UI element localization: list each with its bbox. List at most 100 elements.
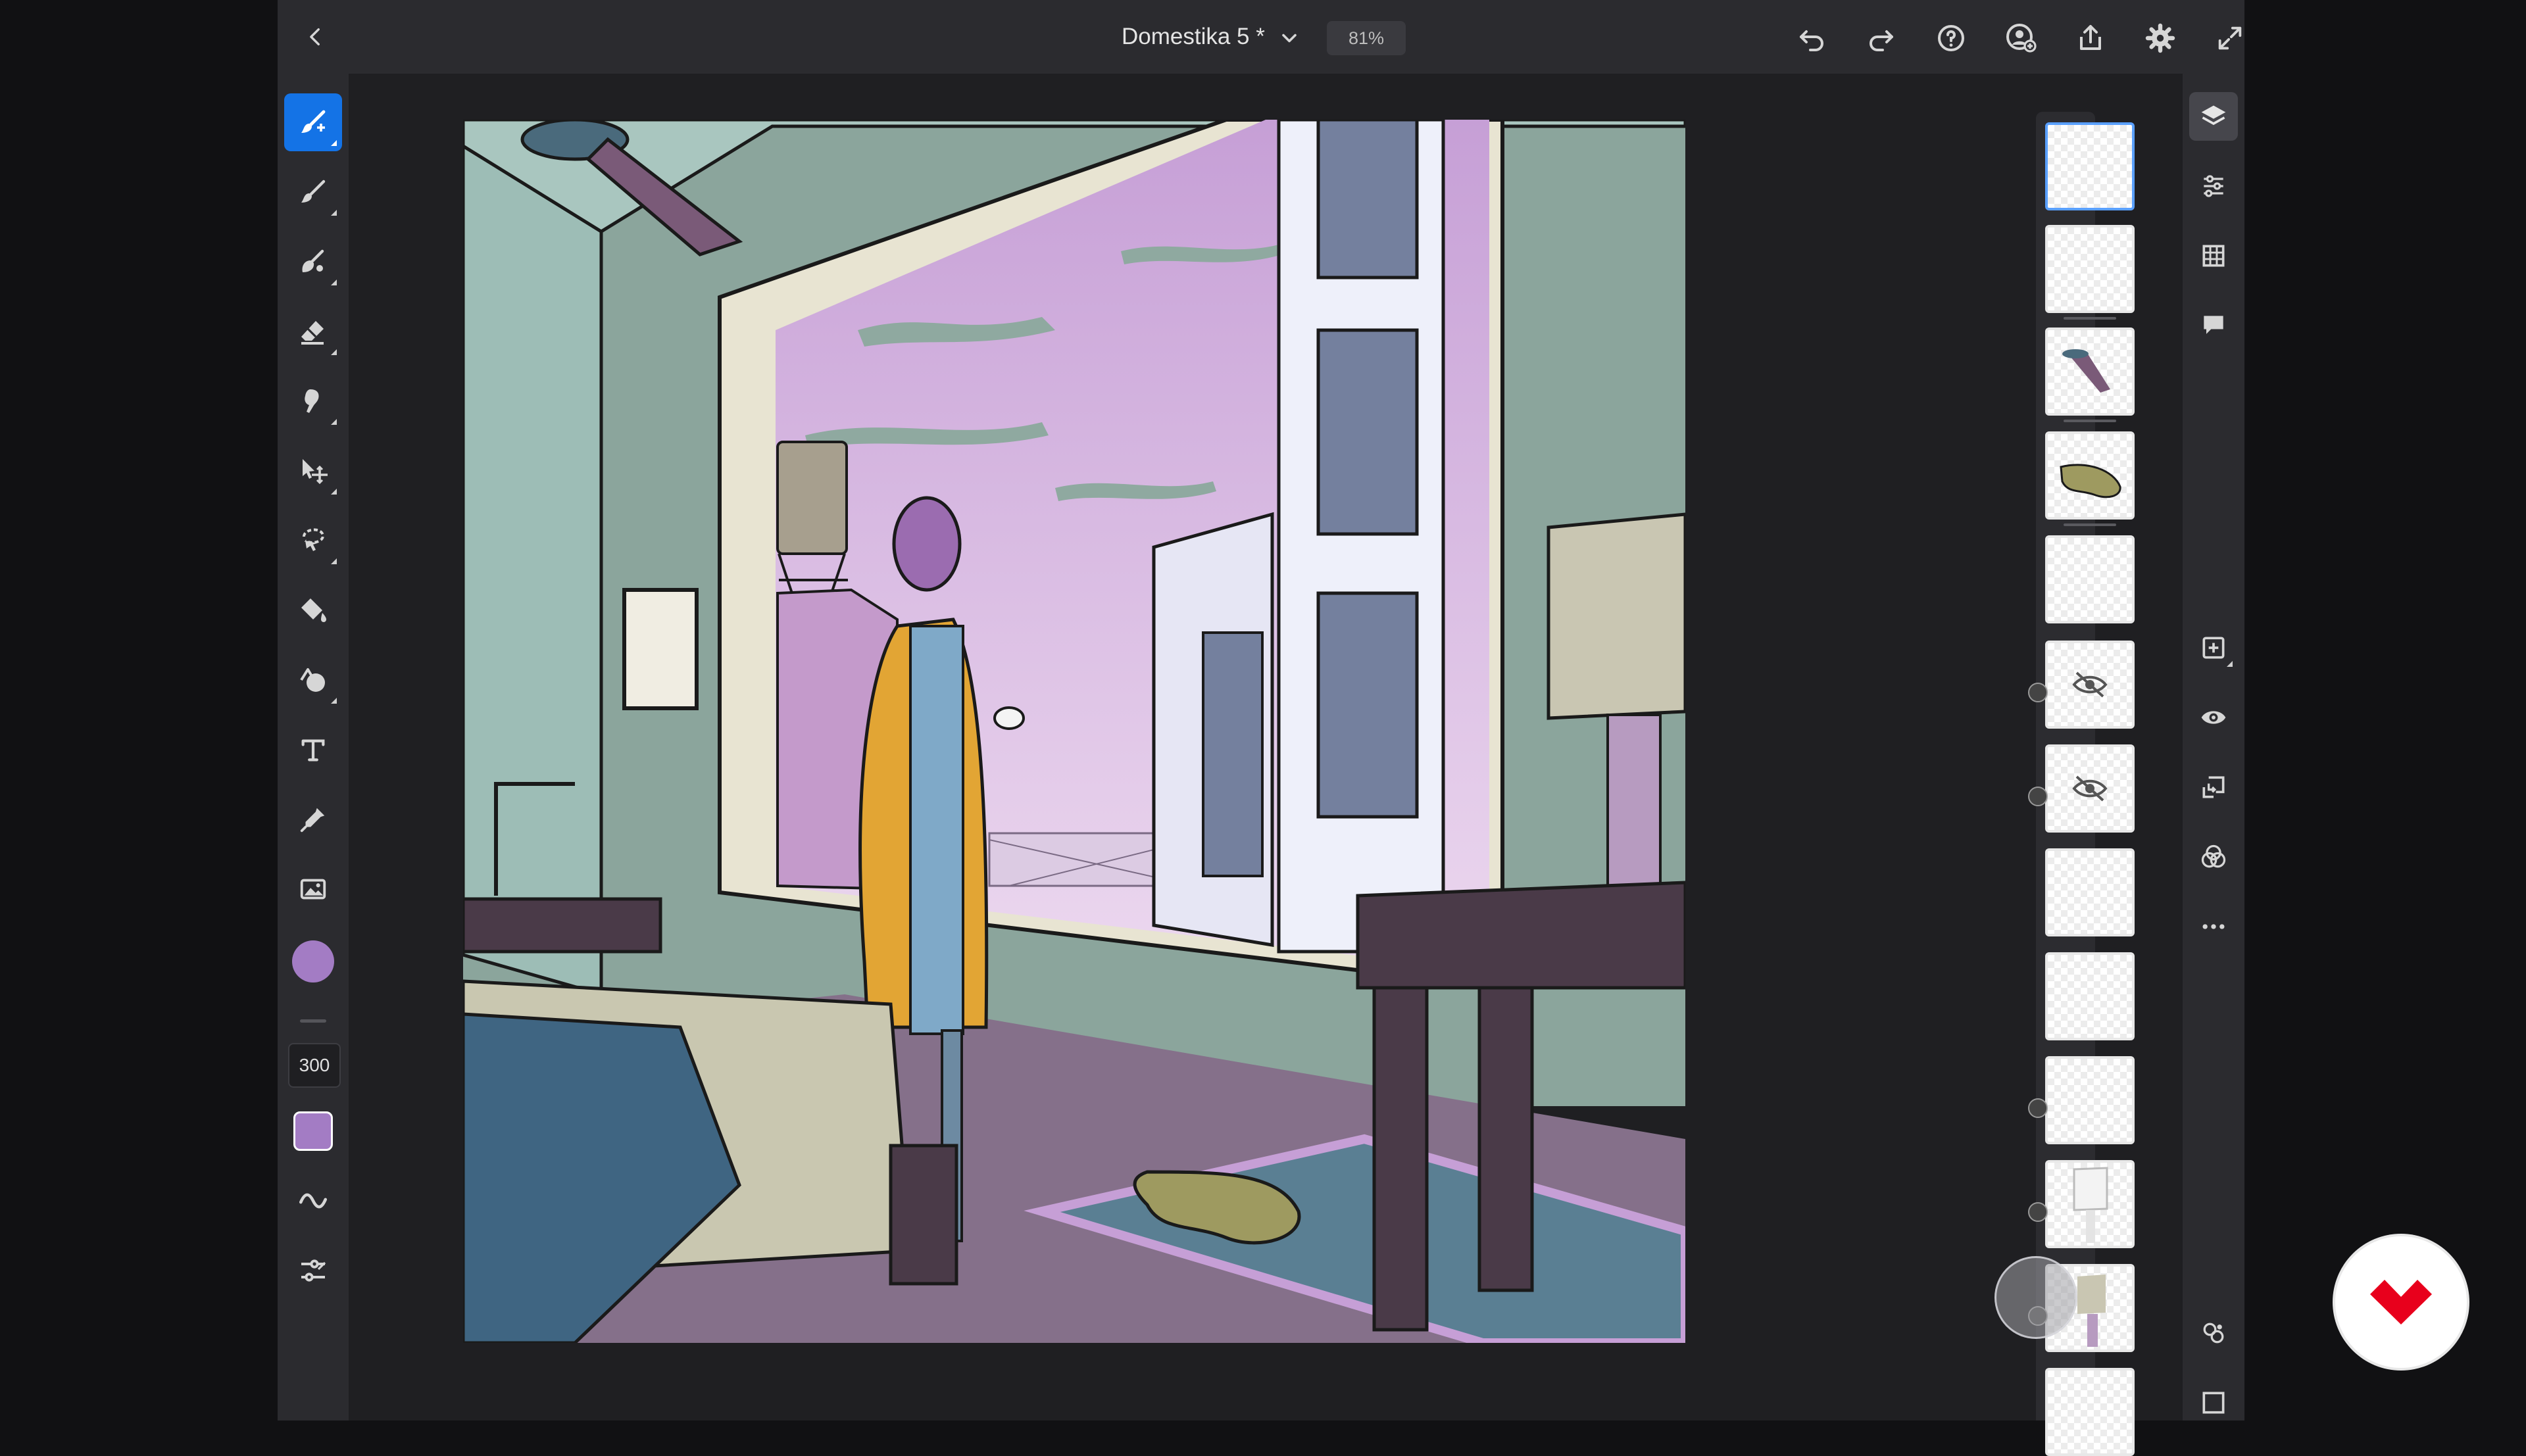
submenu-indicator [331, 419, 337, 425]
add-layer-button[interactable] [2189, 623, 2238, 672]
grid-icon [2202, 245, 2225, 267]
layer-link-indicator [2028, 787, 2048, 806]
layers-panel [2028, 112, 2135, 1456]
pixel-brush-tool[interactable] [284, 163, 342, 221]
eyedropper-tool[interactable] [284, 790, 342, 848]
layer-thumbnail[interactable] [2045, 431, 2135, 520]
domestika-logo-icon [2370, 1280, 2432, 1324]
move-tool[interactable] [284, 442, 342, 500]
brush-tool[interactable] [284, 93, 342, 151]
layer-thumbnail[interactable] [2045, 744, 2135, 833]
touch-indicator [1994, 1256, 2077, 1339]
user-add-icon [2006, 24, 2037, 53]
fullscreen-button[interactable] [2212, 20, 2248, 57]
submenu-indicator [331, 210, 337, 216]
layer-thumbnail[interactable] [2045, 641, 2135, 729]
text-icon [301, 739, 325, 762]
layer-thumbnail[interactable] [2045, 328, 2135, 416]
layer-thumbnail[interactable] [2045, 1160, 2135, 1248]
undo-icon [1800, 30, 1823, 51]
back-button[interactable] [297, 18, 334, 55]
smudge-tool[interactable] [284, 372, 342, 430]
undo-button[interactable] [1793, 20, 1830, 57]
layer-group-divider [2064, 420, 2116, 422]
layer-properties-button[interactable] [2189, 162, 2238, 210]
illustration-image [463, 120, 1685, 1343]
submenu-indicator [331, 349, 337, 355]
blend-mode-button[interactable] [2189, 833, 2238, 881]
panel-rail [2183, 74, 2244, 1420]
move-icon [303, 459, 328, 485]
layer-thumbnail[interactable] [2045, 225, 2135, 313]
hidden-layer-icon [2072, 671, 2108, 698]
clipping-mask-button[interactable] [2189, 763, 2238, 812]
mixer-brush-icon [302, 249, 324, 272]
share-button[interactable] [2072, 20, 2109, 57]
document-menu-button[interactable] [1277, 26, 1301, 50]
shape-icon [300, 668, 325, 692]
stroke-smoothing-button[interactable] [284, 1172, 342, 1230]
add-layer-icon [2202, 637, 2225, 659]
comment-icon [2204, 316, 2223, 334]
adjustments-icon [2203, 1323, 2224, 1344]
eraser-icon [301, 321, 324, 345]
layer-group-divider [2064, 523, 2116, 526]
brush-settings-icon [301, 1259, 326, 1282]
image-icon [300, 879, 326, 900]
paint-brush-icon [301, 180, 326, 203]
layer-thumbnail[interactable] [2045, 1056, 2135, 1144]
hidden-layer-icon [2072, 775, 2108, 802]
color-picker-button[interactable] [284, 933, 342, 990]
place-image-tool[interactable] [284, 860, 342, 918]
layer-visibility-button[interactable] [2189, 693, 2238, 742]
layer-preview-fan [2062, 349, 2110, 393]
comments-button[interactable] [2189, 301, 2238, 350]
expand-icon [2218, 26, 2242, 50]
brush-settings-button[interactable] [284, 1242, 342, 1299]
brush-color-swatch [293, 1111, 333, 1151]
redo-button[interactable] [1863, 20, 1900, 57]
sliders-icon [2204, 175, 2223, 197]
submenu-indicator [331, 558, 337, 564]
layer-preview-lamp [2073, 1167, 2108, 1243]
brush-size-field[interactable]: 300 [288, 1043, 341, 1088]
eraser-tool[interactable] [284, 303, 342, 360]
zoom-level[interactable]: 81% [1327, 21, 1406, 55]
document-title[interactable]: Domestika 5 * [1122, 24, 1265, 50]
layer-link-indicator [2028, 683, 2048, 702]
help-button[interactable] [1933, 20, 1969, 57]
brand-logo [2335, 1236, 2467, 1368]
help-icon [1938, 25, 1964, 51]
layers-button[interactable] [2189, 92, 2238, 141]
chevron-left-icon [310, 28, 320, 46]
invite-button[interactable] [2002, 20, 2039, 57]
type-tool[interactable] [284, 721, 342, 779]
settings-button[interactable] [2142, 20, 2179, 57]
submenu-indicator [331, 279, 337, 285]
adjustments-button[interactable] [2189, 1309, 2238, 1357]
layer-thumbnail[interactable] [2045, 1368, 2135, 1456]
eye-icon [2201, 711, 2226, 724]
layers-icon [2201, 105, 2226, 126]
layer-thumbnail[interactable] [2045, 535, 2135, 623]
divider [300, 1019, 326, 1023]
submenu-indicator [2227, 661, 2233, 667]
layer-thumbnail[interactable] [2045, 122, 2135, 210]
more-options-button[interactable] [2189, 902, 2238, 951]
layer-thumbnail[interactable] [2045, 952, 2135, 1040]
mask-button[interactable] [2189, 1378, 2238, 1427]
lasso-tool[interactable] [284, 512, 342, 570]
brush-tool-icon [301, 110, 326, 133]
mixer-brush-tool[interactable] [284, 233, 342, 291]
layer-thumbnail[interactable] [2045, 848, 2135, 936]
artwork-canvas[interactable] [463, 120, 1685, 1343]
fill-tool[interactable] [284, 581, 342, 639]
grid-button[interactable] [2189, 231, 2238, 280]
brush-color-button[interactable] [284, 1102, 342, 1160]
share-icon [2080, 25, 2101, 50]
blend-icon [2201, 844, 2226, 868]
shape-tool[interactable] [284, 651, 342, 709]
eyedropper-icon [300, 808, 325, 833]
tool-bar: 300 [278, 74, 349, 1420]
layer-link-indicator [2028, 1202, 2048, 1222]
